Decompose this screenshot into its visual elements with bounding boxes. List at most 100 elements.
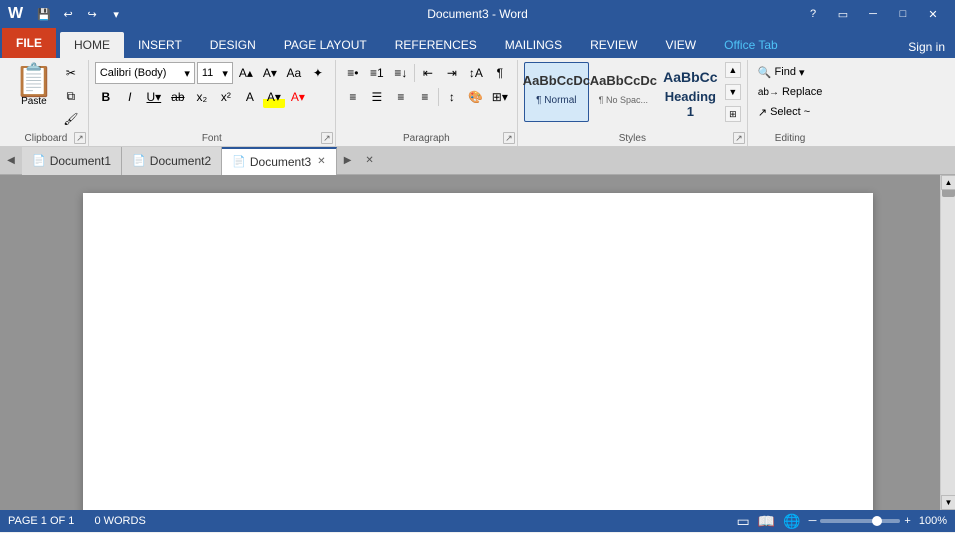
word-icon[interactable]: W — [8, 5, 23, 23]
font-size-selector[interactable]: 11 ▾ — [197, 62, 233, 84]
find-button[interactable]: 🔍 Find ▾ — [754, 62, 826, 82]
cut-button[interactable]: ✂ — [60, 62, 82, 84]
style-heading1-label: Heading 1 — [663, 89, 718, 119]
tab-scroll-right-button[interactable]: ▶ — [337, 147, 359, 175]
tab-scroll-left-button[interactable]: ◀ — [0, 147, 22, 175]
maximize-button[interactable]: □ — [889, 0, 917, 28]
tab-insert[interactable]: INSERT — [124, 32, 196, 58]
sort-button[interactable]: ↕A — [465, 62, 487, 84]
format-painter-button[interactable]: 🖌 — [60, 108, 82, 130]
style-nospace[interactable]: AaBbCcDc ¶ No Spac... — [591, 62, 656, 122]
justify-button[interactable]: ≡ — [414, 86, 436, 108]
paste-button[interactable]: 📋 Paste — [10, 62, 58, 109]
document-tab-3[interactable]: 📄 Document3 ✕ — [222, 147, 336, 175]
borders-button[interactable]: ⊞▾ — [489, 86, 511, 108]
zoom-track[interactable] — [820, 519, 900, 523]
font-family-value: Calibri (Body) — [100, 67, 167, 79]
zoom-thumb[interactable] — [872, 516, 882, 526]
text-highlight-button[interactable]: A▾ — [263, 86, 285, 108]
clear-formatting-button[interactable]: ✦ — [307, 62, 329, 84]
increase-indent-button[interactable]: ⇥ — [441, 62, 463, 84]
tab-file[interactable]: FILE — [2, 28, 56, 58]
styles-expand-dialog-button[interactable]: ↗ — [733, 132, 745, 144]
document-tab-2[interactable]: 📄 Document2 — [122, 147, 222, 175]
zoom-level[interactable]: 100% — [919, 515, 947, 527]
style-heading1[interactable]: AaBbCc Heading 1 — [658, 62, 723, 122]
vertical-scrollbar[interactable]: ▲ ▼ — [940, 175, 955, 510]
web-layout-button[interactable]: 🌐 — [783, 513, 800, 530]
tab-mailings[interactable]: MAILINGS — [491, 32, 576, 58]
layout-view-button[interactable]: ▭ — [737, 513, 750, 530]
tab-page-layout[interactable]: PAGE LAYOUT — [270, 32, 381, 58]
strikethrough-button[interactable]: ab — [167, 86, 189, 108]
multilevel-list-button[interactable]: ≡↓ — [390, 62, 412, 84]
tab-design[interactable]: DESIGN — [196, 32, 270, 58]
show-formatting-button[interactable]: ¶ — [489, 62, 511, 84]
italic-button[interactable]: I — [119, 86, 141, 108]
align-center-button[interactable]: ☰ — [366, 86, 388, 108]
document-scroll-area[interactable] — [0, 175, 955, 510]
paragraph-expand-button[interactable]: ↗ — [503, 132, 515, 144]
help-button[interactable]: ? — [799, 0, 827, 28]
save-qa-button[interactable]: 💾 — [33, 3, 55, 25]
word-count[interactable]: 0 WORDS — [94, 515, 145, 527]
bullets-button[interactable]: ≡• — [342, 62, 364, 84]
increase-font-button[interactable]: A▴ — [235, 62, 257, 84]
styles-scroll-down-button[interactable]: ▼ — [725, 84, 741, 100]
find-icon: 🔍 — [758, 66, 772, 79]
tab-home[interactable]: HOME — [60, 32, 124, 58]
zoom-minus-button[interactable]: ─ — [809, 515, 817, 527]
replace-button[interactable]: ab→ Replace — [754, 82, 826, 102]
line-spacing-button[interactable]: ↕ — [441, 86, 463, 108]
minimize-button[interactable]: ─ — [859, 0, 887, 28]
scroll-down-button[interactable]: ▼ — [941, 495, 955, 510]
styles-expand-button[interactable]: ⊞ — [725, 106, 741, 122]
subscript-button[interactable]: x₂ — [191, 86, 213, 108]
doc3-close-button[interactable]: ✕ — [317, 156, 325, 167]
style-nospace-label: ¶ No Spac... — [599, 95, 648, 105]
scroll-up-button[interactable]: ▲ — [941, 175, 955, 190]
close-button[interactable]: ✕ — [919, 0, 947, 28]
page-info[interactable]: PAGE 1 OF 1 — [8, 515, 74, 527]
zoom-plus-button[interactable]: + — [904, 515, 910, 527]
decrease-indent-button[interactable]: ⇤ — [417, 62, 439, 84]
style-normal-label: ¶ Normal — [536, 95, 576, 106]
tab-references[interactable]: REFERENCES — [381, 32, 491, 58]
text-effects-button[interactable]: A — [239, 86, 261, 108]
change-case-button[interactable]: Aa — [283, 62, 305, 84]
tab-review[interactable]: REVIEW — [576, 32, 651, 58]
underline-button[interactable]: U▾ — [143, 86, 165, 108]
document-page[interactable] — [83, 193, 873, 510]
superscript-button[interactable]: x² — [215, 86, 237, 108]
shading-button[interactable]: 🎨 — [465, 86, 487, 108]
zoom-slider[interactable]: ─ + — [809, 515, 911, 527]
numbering-button[interactable]: ≡1 — [366, 62, 388, 84]
align-left-button[interactable]: ≡ — [342, 86, 364, 108]
paragraph-label: Paragraph — [336, 133, 517, 144]
undo-qa-button[interactable]: ↩ — [57, 3, 79, 25]
copy-button[interactable]: ⧉ — [60, 85, 82, 107]
styles-scroll-controls: ▲ ▼ ⊞ — [725, 62, 741, 122]
styles-scroll-up-button[interactable]: ▲ — [725, 62, 741, 78]
font-expand-button[interactable]: ↗ — [321, 132, 333, 144]
tab-view[interactable]: VIEW — [651, 32, 710, 58]
customize-qa-button[interactable]: ▾ — [105, 3, 127, 25]
style-normal-preview: AaBbCcDc — [523, 65, 590, 95]
styles-label: Styles — [518, 133, 747, 144]
document-tab-1[interactable]: 📄 Document1 — [22, 147, 122, 175]
align-right-button[interactable]: ≡ — [390, 86, 412, 108]
sign-in-button[interactable]: Sign in — [898, 36, 955, 58]
font-color-button[interactable]: A▾ — [287, 86, 309, 108]
clipboard-group: 📋 Paste ✂ ⧉ 🖌 Clipboard ↗ — [4, 60, 89, 146]
font-family-selector[interactable]: Calibri (Body) ▾ — [95, 62, 195, 84]
tab-office-tab[interactable]: Office Tab — [710, 32, 792, 58]
select-button[interactable]: ↗ Select ~ — [754, 102, 826, 122]
clipboard-expand-button[interactable]: ↗ — [74, 132, 86, 144]
decrease-font-button[interactable]: A▾ — [259, 62, 281, 84]
style-normal[interactable]: AaBbCcDc ¶ Normal — [524, 62, 589, 122]
read-mode-button[interactable]: 📖 — [758, 513, 775, 530]
ribbon-display-button[interactable]: ▭ — [829, 0, 857, 28]
bold-button[interactable]: B — [95, 86, 117, 108]
tab-close-all-button[interactable]: ✕ — [359, 147, 381, 175]
redo-qa-button[interactable]: ↪ — [81, 3, 103, 25]
